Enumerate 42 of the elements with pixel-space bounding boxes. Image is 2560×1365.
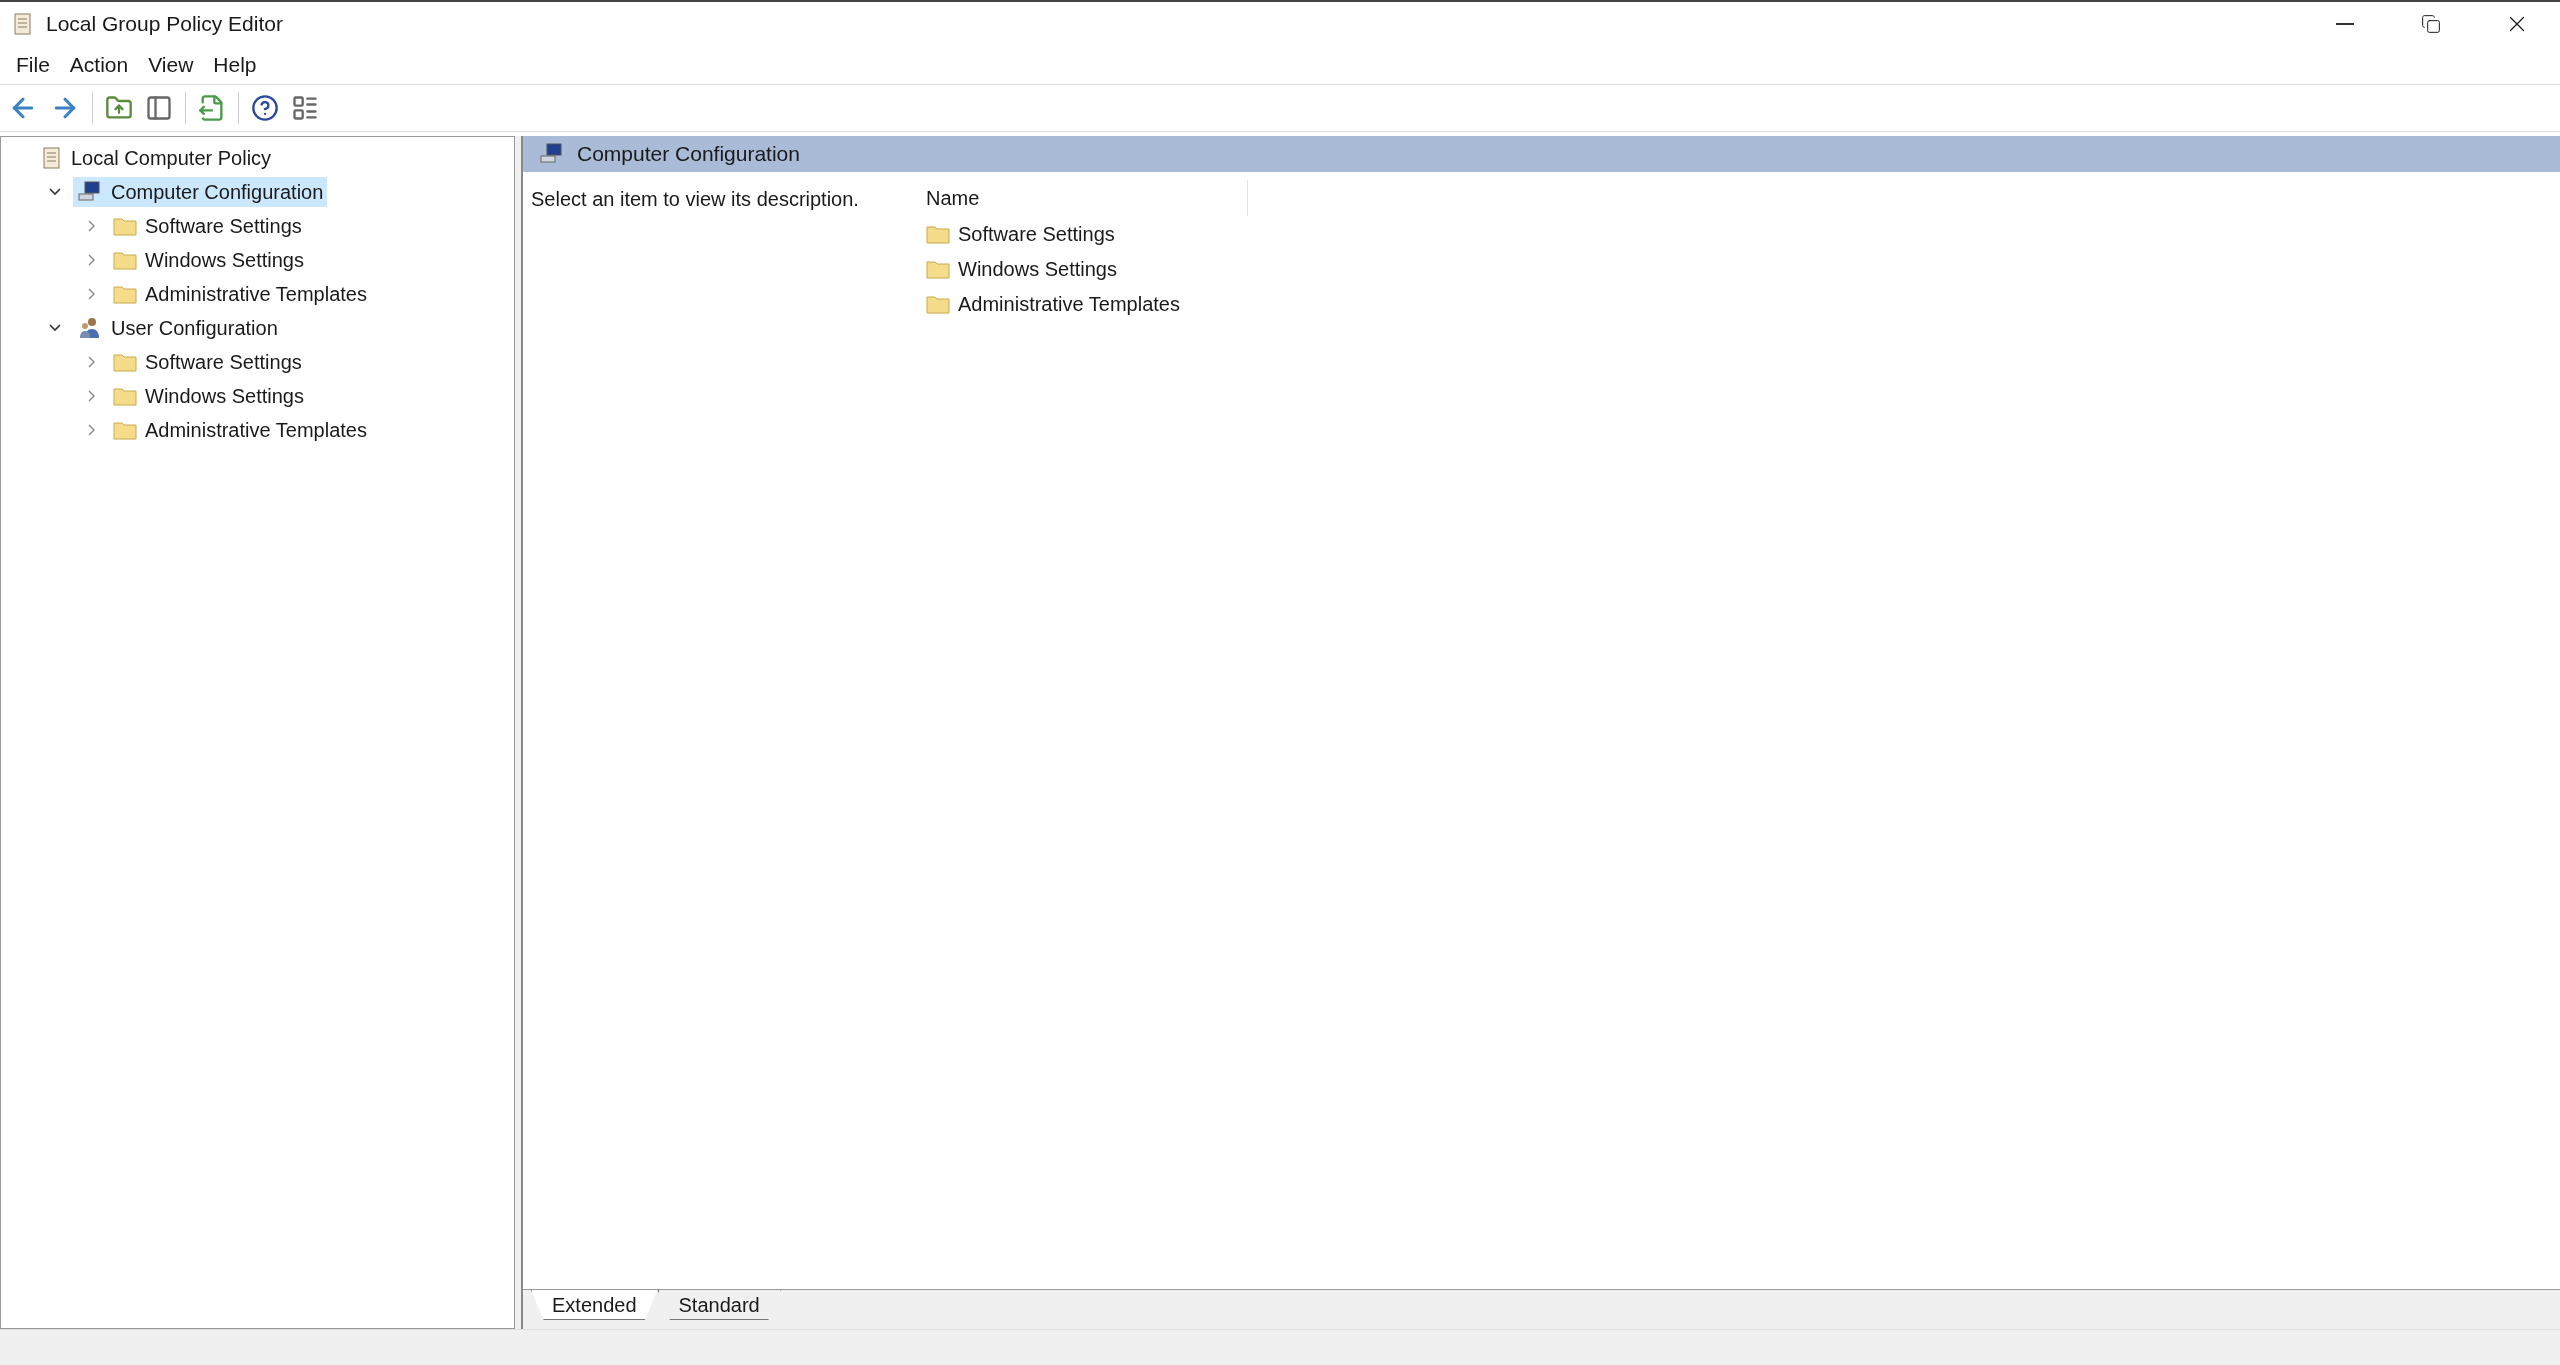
tree-item[interactable]: Administrative Templates xyxy=(109,279,371,309)
tree-item[interactable]: User Configuration xyxy=(73,313,282,343)
computer-icon xyxy=(539,142,565,166)
folder-icon xyxy=(113,386,137,406)
document-icon xyxy=(41,146,63,170)
folder-icon xyxy=(926,223,950,244)
tree-item[interactable]: Local Computer Policy xyxy=(37,143,276,173)
computer-icon xyxy=(77,180,103,204)
column-header[interactable]: Name xyxy=(918,180,1248,216)
folder-icon xyxy=(113,284,137,304)
tree-item[interactable]: Software Settings xyxy=(109,347,306,377)
tree-item[interactable]: Windows Settings xyxy=(109,245,308,275)
folder-icon xyxy=(113,216,137,236)
folder-icon xyxy=(926,293,950,314)
header-title: Computer Configuration xyxy=(577,141,800,168)
list-item[interactable]: Windows Settings xyxy=(918,251,1125,286)
tree-item[interactable]: Software Settings xyxy=(109,211,306,241)
view-tab[interactable]: Standard xyxy=(657,1290,781,1320)
folder-icon xyxy=(113,250,137,270)
folder-icon xyxy=(113,352,137,372)
restore-icon xyxy=(2421,14,2441,34)
menu-item[interactable]: File xyxy=(8,48,58,82)
folder-up-icon[interactable] xyxy=(105,94,133,122)
folder-icon xyxy=(113,420,137,440)
folder-icon xyxy=(926,258,950,279)
window-title: Local Group Policy Editor xyxy=(46,11,283,38)
menu-item[interactable]: Help xyxy=(205,48,265,82)
tree-item[interactable]: Computer Configuration xyxy=(73,177,328,207)
description-text: Select an item to view its description. xyxy=(531,188,859,210)
menu-item[interactable]: View xyxy=(140,48,202,82)
view-tab[interactable]: Extended xyxy=(531,1290,658,1320)
help-icon[interactable] xyxy=(251,94,279,122)
minimize-icon xyxy=(2336,23,2354,25)
document-icon xyxy=(12,12,34,36)
export-icon[interactable] xyxy=(198,94,226,122)
view-icon[interactable] xyxy=(291,94,319,122)
tree-item[interactable]: Administrative Templates xyxy=(109,415,371,445)
list-item[interactable]: Administrative Templates xyxy=(918,286,1188,321)
list-item[interactable]: Software Settings xyxy=(918,216,1123,251)
menu-item[interactable]: Action xyxy=(61,48,137,82)
panel-icon[interactable] xyxy=(145,94,173,122)
tree-item[interactable]: Windows Settings xyxy=(109,381,308,411)
